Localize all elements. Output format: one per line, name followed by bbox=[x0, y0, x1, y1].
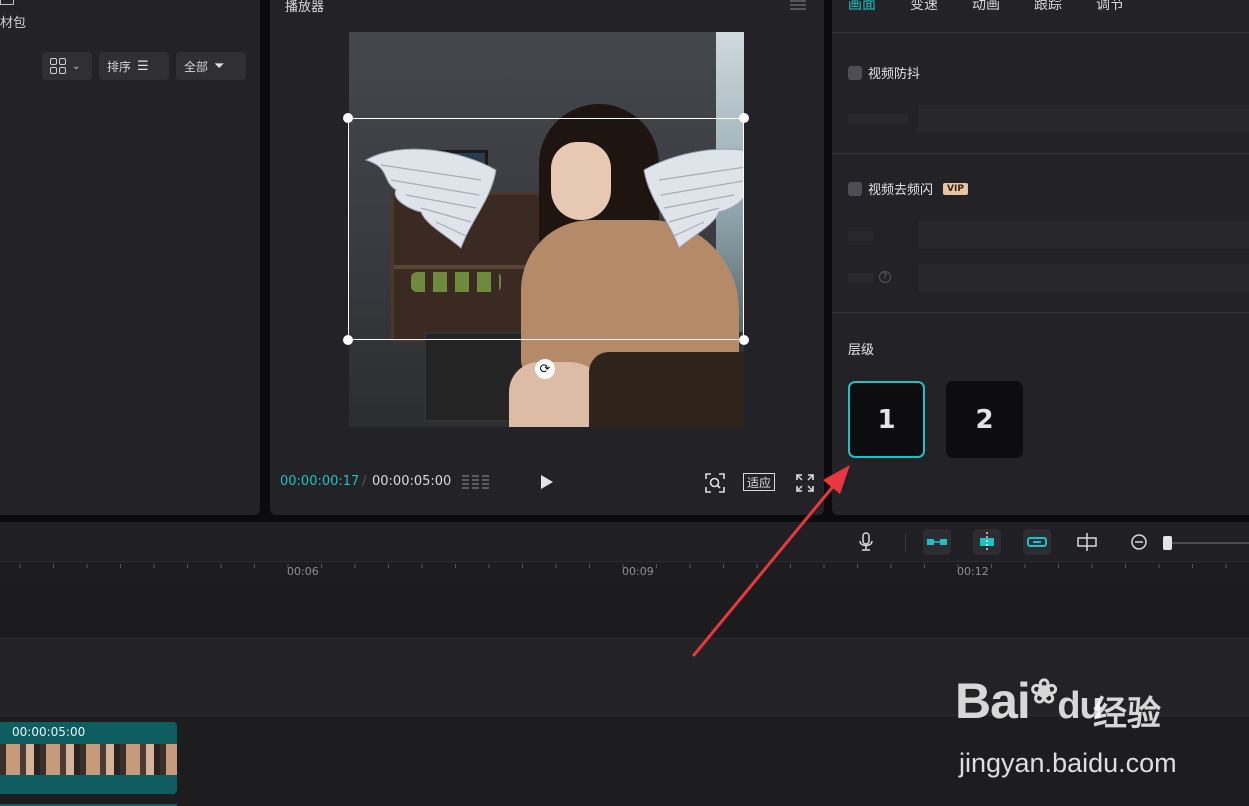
zoom-slider-track[interactable] bbox=[1165, 542, 1249, 544]
inspector-tabs: 画面 变速 动画 跟踪 调节 bbox=[848, 0, 1124, 14]
deflicker-row: 视频去频闪 VIP bbox=[848, 179, 968, 198]
editor-window: 材包 ⌄ 排序 ☰ 全部 ⏷ 播放器 ⟳ 00:00:00:17 / 00:00… bbox=[0, 0, 1249, 806]
tab-tracking[interactable]: 跟踪 bbox=[1034, 0, 1062, 14]
deflicker-label: 视频去频闪 bbox=[868, 183, 934, 198]
time-separator: / bbox=[362, 474, 367, 489]
inspector-panel: 画面 变速 动画 跟踪 调节 视频防抖 视频去频闪 VIP ? 层级 1 2 bbox=[832, 0, 1249, 515]
sort-label: 排序 bbox=[107, 59, 132, 74]
track-lane[interactable] bbox=[0, 584, 1249, 638]
fullscreen-icon[interactable] bbox=[794, 472, 816, 494]
section-divider bbox=[832, 312, 1249, 313]
link-main-track-icon[interactable] bbox=[923, 529, 951, 555]
chevron-down-icon: ⌄ bbox=[72, 60, 81, 72]
resize-handle-bottom-left[interactable] bbox=[343, 335, 353, 345]
deflicker-strength-label bbox=[848, 273, 874, 283]
clip-thumbnails bbox=[0, 744, 177, 775]
play-icon[interactable] bbox=[540, 474, 554, 490]
resize-handle-bottom-right[interactable] bbox=[739, 335, 749, 345]
deflicker-type-select[interactable] bbox=[918, 221, 1249, 249]
level-option-1[interactable]: 1 bbox=[848, 381, 925, 458]
ruler-label-9s: 00:09 bbox=[622, 565, 654, 578]
rotate-icon[interactable]: ⟳ bbox=[535, 359, 555, 379]
timeline-toolbar bbox=[0, 522, 1249, 562]
deflicker-type-label bbox=[848, 231, 874, 241]
vip-badge: VIP bbox=[943, 182, 968, 195]
deflicker-strength-select[interactable] bbox=[918, 264, 1249, 292]
resize-handle-top-left[interactable] bbox=[343, 113, 353, 123]
grid-view-icon bbox=[50, 58, 66, 74]
current-time: 00:00:00:17 bbox=[280, 474, 360, 489]
tab-speed[interactable]: 变速 bbox=[910, 0, 938, 14]
package-icon bbox=[0, 0, 14, 5]
help-icon[interactable]: ? bbox=[879, 271, 891, 283]
stabilize-checkbox[interactable] bbox=[848, 65, 862, 80]
tab-adjust[interactable]: 调节 bbox=[1096, 0, 1124, 14]
watermark-brand: Bai❀du bbox=[955, 672, 1103, 730]
filter-button[interactable]: 全部 ⏷ bbox=[176, 52, 246, 80]
video-clip[interactable]: 00:00:05:00 bbox=[0, 722, 177, 794]
view-mode-button[interactable]: ⌄ bbox=[42, 52, 92, 80]
stabilize-label: 视频防抖 bbox=[868, 67, 921, 82]
zoom-fit-icon[interactable] bbox=[704, 472, 726, 494]
zoom-out-icon[interactable] bbox=[1125, 529, 1153, 555]
microphone-icon[interactable] bbox=[852, 529, 880, 555]
timecode-grid-icon[interactable] bbox=[462, 475, 489, 491]
stabilize-level-label bbox=[848, 114, 908, 124]
sort-icon: ☰ bbox=[137, 58, 149, 74]
player-panel: 播放器 ⟳ 00:00:00:17 / 00:00:05:00 适应 bbox=[270, 0, 824, 515]
menu-icon[interactable] bbox=[790, 0, 806, 10]
stabilize-row: 视频防抖 bbox=[848, 63, 920, 82]
watermark-url: jingyan.baidu.com bbox=[959, 748, 1177, 778]
level-option-2[interactable]: 2 bbox=[946, 381, 1023, 458]
watermark-cn: 经验 bbox=[1093, 694, 1161, 734]
baidu-watermark: Bai❀du 经验 jingyan.baidu.com bbox=[955, 672, 1235, 792]
deflicker-checkbox[interactable] bbox=[848, 181, 862, 196]
preview-person-skirt bbox=[589, 352, 744, 427]
paw-icon: ❀ bbox=[1029, 673, 1058, 711]
watermark-brand-text: Bai bbox=[955, 673, 1031, 729]
total-time: 00:00:05:00 bbox=[372, 474, 452, 489]
media-panel: 材包 ⌄ 排序 ☰ 全部 ⏷ bbox=[0, 0, 260, 515]
section-divider bbox=[832, 153, 1249, 154]
zoom-slider-handle[interactable] bbox=[1163, 536, 1172, 550]
media-panel-label: 材包 bbox=[0, 16, 27, 31]
toolbar-divider bbox=[905, 534, 906, 552]
filter-label: 全部 bbox=[184, 59, 209, 74]
ruler-label-6s: 00:06 bbox=[287, 565, 319, 578]
tab-picture[interactable]: 画面 bbox=[848, 0, 876, 14]
resize-handle-top-right[interactable] bbox=[739, 113, 749, 123]
ruler-label-12s: 00:12 bbox=[957, 565, 989, 578]
snap-icon[interactable] bbox=[973, 529, 1001, 555]
tab-animation[interactable]: 动画 bbox=[972, 0, 1000, 14]
split-icon[interactable] bbox=[1073, 529, 1101, 555]
level-title: 层级 bbox=[848, 343, 875, 358]
fit-button[interactable]: 适应 bbox=[743, 473, 775, 491]
link-clips-icon[interactable] bbox=[1023, 529, 1051, 555]
stabilize-level-select[interactable] bbox=[918, 105, 1249, 133]
time-ruler[interactable]: 00:06 00:09 00:12 bbox=[0, 562, 1249, 584]
player-title: 播放器 bbox=[285, 0, 325, 15]
tabs-divider bbox=[832, 32, 1249, 33]
selection-box[interactable] bbox=[343, 113, 749, 345]
sort-button[interactable]: 排序 ☰ bbox=[99, 52, 169, 80]
filter-icon: ⏷ bbox=[214, 58, 225, 74]
clip-duration: 00:00:05:00 bbox=[12, 725, 86, 739]
